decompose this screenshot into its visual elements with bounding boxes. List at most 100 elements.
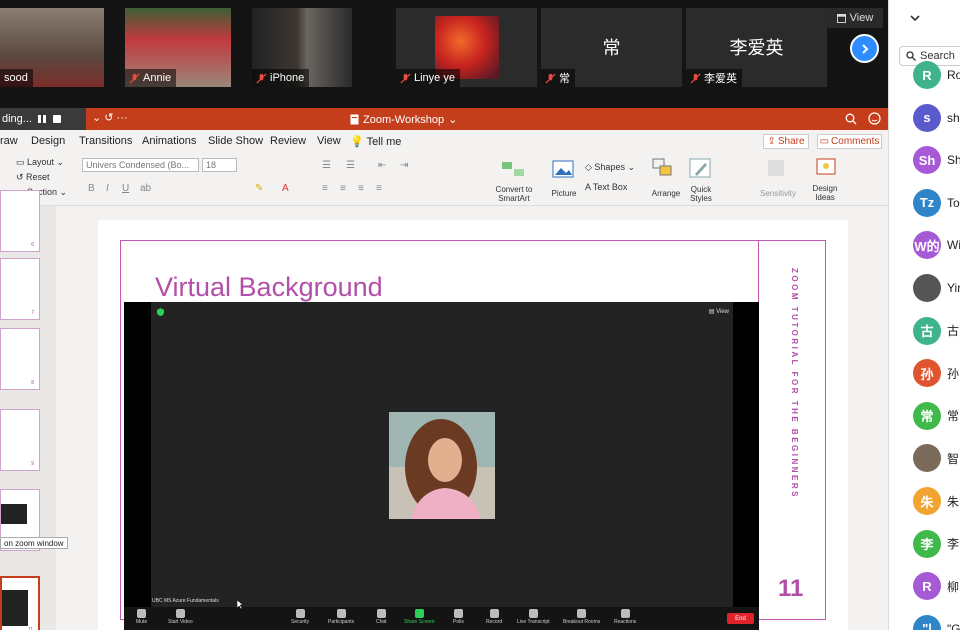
tile-name: Linye ye xyxy=(396,69,460,87)
arrange-label: Arrange xyxy=(651,189,681,198)
outdent-icon[interactable]: ⇤ xyxy=(378,160,386,171)
video-gallery: sood Annie iPhone Linye ye 常 常 李爱英 李爱英 V… xyxy=(0,0,888,108)
slide-thumb-selected[interactable]: 11 xyxy=(0,576,40,630)
polls-button: Polls xyxy=(453,609,464,625)
participant-row[interactable]: 朱朱 xyxy=(913,486,959,516)
reset-button[interactable]: ↺ Reset xyxy=(16,172,50,183)
participant-row[interactable]: 孙孙 xyxy=(913,358,959,388)
chat-button: Chat xyxy=(376,609,387,625)
letterbox-left xyxy=(124,302,151,630)
comments-button[interactable]: ▭ Comments xyxy=(817,134,882,149)
slide-thumb[interactable]: 7 xyxy=(0,258,40,320)
font-name-field[interactable]: Univers Condensed (Bo... xyxy=(82,158,199,172)
tab-design[interactable]: Design xyxy=(31,135,65,147)
participant-row[interactable]: 常常 xyxy=(913,401,959,431)
next-page-button[interactable] xyxy=(850,34,879,63)
title-bar: ding... ⌄ ↺ ··· Zoom-Workshop ⌄ xyxy=(0,108,888,130)
underline-icon[interactable]: U xyxy=(122,183,129,194)
pause-icon[interactable] xyxy=(37,114,47,124)
highlight-icon[interactable]: ✎ xyxy=(255,183,263,194)
justify-icon[interactable]: ≡ xyxy=(376,183,382,194)
thumb-image xyxy=(1,504,27,524)
indent-icon[interactable]: ⇥ xyxy=(400,160,408,171)
tile-name: sood xyxy=(0,69,33,87)
mouse-cursor-icon xyxy=(237,600,243,609)
strikethrough-icon[interactable]: ab xyxy=(140,183,151,194)
participant-row[interactable]: Sh Sh xyxy=(913,145,960,175)
shield-icon xyxy=(295,609,305,618)
tab-transitions[interactable]: Transitions xyxy=(79,135,132,147)
avatar: Sh xyxy=(913,146,941,175)
quick-styles-icon[interactable] xyxy=(689,158,711,178)
participant-row[interactable]: 李李 xyxy=(913,529,959,559)
bullets-icon[interactable]: ☰ xyxy=(322,160,331,171)
start-video-button: Start Video xyxy=(168,609,193,625)
smartart-icon[interactable] xyxy=(500,160,528,178)
design-ideas-icon[interactable] xyxy=(816,156,836,178)
stop-icon[interactable] xyxy=(52,114,62,124)
arrange-icon[interactable] xyxy=(652,158,674,178)
video-tile-linye[interactable]: Linye ye xyxy=(396,8,537,87)
participant-row[interactable]: s sh xyxy=(913,103,960,133)
video-tile-iphone[interactable]: iPhone xyxy=(252,8,352,87)
slide-title: Virtual Background xyxy=(155,272,383,302)
slide-thumb[interactable]: 8 xyxy=(0,328,40,390)
tab-slide-show[interactable]: Slide Show xyxy=(208,135,263,147)
slide-thumb[interactable]: 6 xyxy=(0,190,40,252)
participant-row[interactable]: Tz To xyxy=(913,188,960,218)
cc-icon xyxy=(528,609,538,618)
participant-row[interactable]: 古古 xyxy=(913,316,959,346)
sensitivity-icon[interactable] xyxy=(766,158,786,178)
participant-name: 朱 xyxy=(947,494,960,509)
video-tile-liaiying[interactable]: 李爱英 李爱英 xyxy=(686,8,827,87)
participant-name: 常 xyxy=(947,409,960,424)
participant-row[interactable]: R Ro xyxy=(913,60,960,90)
participant-name: Ro xyxy=(947,68,960,82)
chevron-right-icon xyxy=(861,43,868,54)
picture-icon[interactable] xyxy=(552,160,574,178)
participant-row[interactable]: Yir xyxy=(913,273,960,303)
numbering-icon[interactable]: ☰ xyxy=(346,160,355,171)
shapes-button[interactable]: ◇ Shapes ⌄ xyxy=(585,162,635,173)
tab-draw[interactable]: raw xyxy=(0,135,18,147)
font-color-icon[interactable]: A xyxy=(282,183,289,194)
avatar: 孙 xyxy=(913,359,941,388)
people-icon xyxy=(336,609,346,618)
participant-row[interactable]: W的 Wil xyxy=(913,230,960,260)
participant-name: "G xyxy=(947,621,960,630)
avatar: "| xyxy=(913,614,941,630)
align-left-icon[interactable]: ≡ xyxy=(322,183,328,194)
thumb-image xyxy=(2,590,28,626)
video-tile-sood[interactable]: sood xyxy=(0,8,104,87)
smiley-icon[interactable] xyxy=(868,112,881,125)
view-button[interactable]: View xyxy=(827,8,883,28)
quick-access-icons[interactable]: ⌄ ↺ ··· xyxy=(92,111,128,124)
participant-name: Wil xyxy=(947,238,960,253)
tooltip: on zoom window xyxy=(0,537,68,549)
tile-display-name: 李爱英 xyxy=(729,38,784,58)
slide-thumb[interactable]: 9 xyxy=(0,409,40,471)
bold-icon[interactable]: B xyxy=(88,183,95,194)
italic-icon[interactable]: I xyxy=(106,183,109,194)
participant-name: Sh xyxy=(947,153,960,168)
slide-canvas[interactable]: ZOOM TUTORIAL FOR THE BEGINNERS 11 Virtu… xyxy=(98,220,848,630)
text-box-button[interactable]: A Text Box xyxy=(585,182,627,192)
participant-row[interactable]: 智 xyxy=(913,443,959,473)
mute-button: Mute xyxy=(136,609,147,625)
video-tile-annie[interactable]: Annie xyxy=(125,8,231,87)
chevron-down-icon[interactable] xyxy=(907,10,923,26)
align-center-icon[interactable]: ≡ xyxy=(340,183,346,194)
share-button[interactable]: ⇪ Share xyxy=(763,134,809,149)
tab-review[interactable]: Review xyxy=(270,135,306,147)
search-icon[interactable] xyxy=(845,113,857,125)
tab-tell-me[interactable]: 💡 Tell me xyxy=(350,135,401,148)
video-tile-chang[interactable]: 常 常 xyxy=(541,8,682,87)
layout-button[interactable]: ▭ Layout ⌄ xyxy=(16,157,64,168)
font-size-field[interactable]: 18 xyxy=(202,158,237,172)
tab-animations[interactable]: Animations xyxy=(142,135,196,147)
participant-row[interactable]: "| "G xyxy=(913,614,960,630)
participant-row[interactable]: R柳 xyxy=(913,571,959,601)
align-right-icon[interactable]: ≡ xyxy=(358,183,364,194)
tab-view[interactable]: View xyxy=(317,135,341,147)
home-ribbon: ▭ Layout ⌄ ↺ Reset ▭ Section ⌄ Univers C… xyxy=(0,152,888,206)
